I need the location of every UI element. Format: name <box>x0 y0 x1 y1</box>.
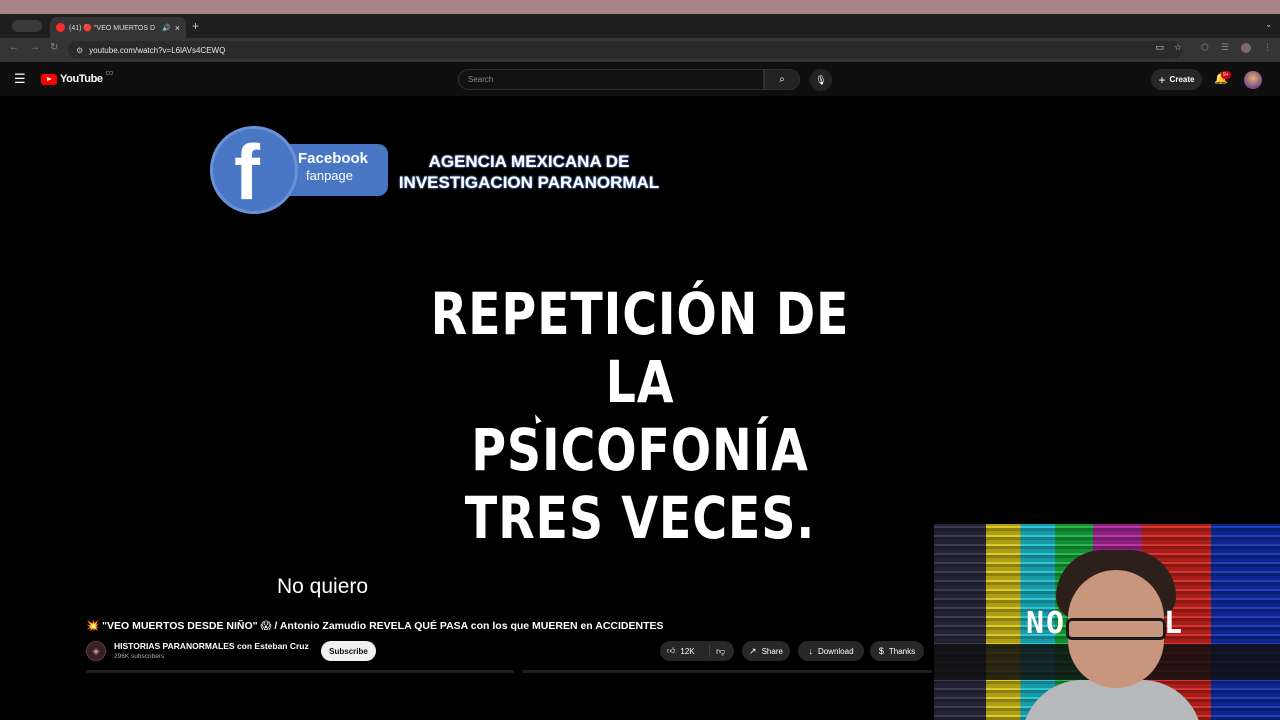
site-info-icon[interactable]: ⚙ <box>76 46 83 55</box>
microphone-icon: 🎙 <box>815 74 827 85</box>
like-dislike-group: 👍︎ 12K 👎︎ <box>660 641 734 661</box>
menu-hamburger-icon[interactable]: ☰ <box>14 72 26 85</box>
cast-icon[interactable]: ▭ <box>1155 42 1164 53</box>
agency-title: AGENCIA MEXICANA DE INVESTIGACION PARANO… <box>389 151 669 193</box>
facebook-logo-icon: f <box>210 126 298 214</box>
share-button[interactable]: ↗ Share <box>742 641 790 661</box>
share-label: Share <box>761 646 783 656</box>
create-button[interactable]: + Create <box>1151 69 1202 90</box>
facebook-label: Facebook <box>298 150 369 167</box>
browser-toolbar: ← → ↻ ⚙ youtube.com/watch?v=L6lAVs4CEWQ … <box>0 38 1280 62</box>
video-title-text: "VEO MUERTOS DESDE NIÑO" 😱 / Antonio Zam… <box>102 620 664 632</box>
person-glasses <box>1066 618 1166 640</box>
no-signal-text-left: NO <box>1026 606 1067 641</box>
create-label: Create <box>1169 75 1195 84</box>
plus-icon: + <box>1158 72 1166 87</box>
facebook-letter: f <box>234 128 260 216</box>
tab-title: (41) 🔴 "VEO MUERTOS D <box>69 24 156 32</box>
account-avatar[interactable] <box>1244 71 1262 89</box>
url-text: youtube.com/watch?v=L6lAVs4CEWQ <box>89 45 226 55</box>
download-label: Download <box>817 646 854 656</box>
video-title: 💥 "VEO MUERTOS DESDE NIÑO" 😱 / Antonio Z… <box>86 619 664 632</box>
thanks-button[interactable]: $ Thanks <box>870 641 924 661</box>
youtube-header: ☰ YouTube CO ⌕ 🎙 + Create 🔔 9+ <box>0 62 1280 96</box>
search-icon: ⌕ <box>779 74 785 85</box>
facebook-fanpage-badge: Facebook fanpage f <box>210 126 388 214</box>
no-signal-text-right: L <box>1164 606 1183 641</box>
reading-list-icon[interactable]: ☰ <box>1221 42 1229 53</box>
video-headline: REPETICIÓN DE LA PSICOFONÍA TRES VECES. <box>410 280 869 552</box>
voice-search-button[interactable]: 🎙 <box>810 69 832 91</box>
share-icon: ↗ <box>749 645 757 656</box>
webcam-overlay: NO L <box>934 524 1280 720</box>
dislike-button[interactable]: 👎︎ <box>710 646 725 657</box>
youtube-logo[interactable]: YouTube CO <box>41 71 114 85</box>
notification-count-badge: 9+ <box>1221 71 1231 79</box>
profile-avatar-icon[interactable] <box>1241 42 1251 53</box>
description-box[interactable] <box>86 670 514 673</box>
new-tab-button[interactable]: + <box>192 19 199 33</box>
like-count: 12K <box>680 646 695 656</box>
browser-menu-icon[interactable]: ⋮ <box>1263 42 1272 53</box>
fanpage-label: fanpage <box>306 168 353 183</box>
download-icon: ↓ <box>808 646 813 656</box>
close-tab-icon[interactable]: × <box>175 23 180 33</box>
channel-avatar[interactable]: ◈ <box>86 641 106 661</box>
headline-line-2: PSICOFONÍA TRES VECES. <box>464 416 816 552</box>
thanks-label: Thanks <box>888 646 916 656</box>
extensions-puzzle-icon[interactable]: ⬡ <box>1201 42 1209 53</box>
video-subtitle-caption: No quiero <box>277 575 369 598</box>
subscriber-count: 296K subscribers <box>114 653 165 660</box>
reload-icon[interactable]: ↻ <box>50 42 58 53</box>
toolbar-extensions: ⬡ ☰ ⋮ <box>1201 42 1272 53</box>
video-info: 💥 "VEO MUERTOS DESDE NIÑO" 😱 / Antonio Z… <box>0 612 934 676</box>
pinned-tab-group[interactable] <box>12 20 42 32</box>
title-emoji: 💥 <box>86 620 100 632</box>
headline-line-1: REPETICIÓN DE LA <box>430 280 850 416</box>
search-field[interactable] <box>458 69 764 90</box>
forward-arrow-icon[interactable]: → <box>30 42 40 53</box>
search-input[interactable] <box>468 75 763 84</box>
comments-preview[interactable] <box>522 670 932 673</box>
agency-line-2: INVESTIGACION PARANORMAL <box>398 173 660 192</box>
channel-name[interactable]: HISTORIAS PARANORMALES con Esteban Cruz <box>114 641 309 651</box>
browser-tab-youtube[interactable]: (41) 🔴 "VEO MUERTOS D 🔊 × <box>50 17 186 38</box>
agency-line-1: AGENCIA MEXICANA DE <box>428 152 630 171</box>
back-arrow-icon[interactable]: ← <box>9 42 19 53</box>
tab-search-chevron-icon[interactable]: ⌄ <box>1265 20 1272 29</box>
subscribe-button[interactable]: Subscribe <box>321 641 376 661</box>
address-bar-actions: ▭ ☆ <box>1155 42 1182 53</box>
youtube-favicon-icon <box>56 23 65 32</box>
youtube-wordmark: YouTube <box>60 73 103 85</box>
like-button[interactable]: 👍︎ 12K <box>660 645 710 657</box>
bookmark-star-icon[interactable]: ☆ <box>1174 42 1182 53</box>
thanks-icon: $ <box>878 646 884 656</box>
browser-tab-strip: (41) 🔴 "VEO MUERTOS D 🔊 × + ⌄ <box>0 14 1280 38</box>
search-button[interactable]: ⌕ <box>764 69 800 90</box>
thumbs-up-icon: 👍︎ <box>667 646 676 655</box>
download-button[interactable]: ↓ Download <box>798 641 864 661</box>
thumbs-down-icon: 👎︎ <box>716 645 726 656</box>
macos-menu-bar <box>0 0 1280 14</box>
description-preview-strip <box>86 670 934 674</box>
youtube-play-icon <box>41 73 57 85</box>
address-bar[interactable]: ⚙ youtube.com/watch?v=L6lAVs4CEWQ <box>68 41 1182 59</box>
channel-logo-icon: ◈ <box>92 645 100 656</box>
country-code: CO <box>105 71 114 77</box>
speaker-icon[interactable]: 🔊 <box>162 24 171 32</box>
